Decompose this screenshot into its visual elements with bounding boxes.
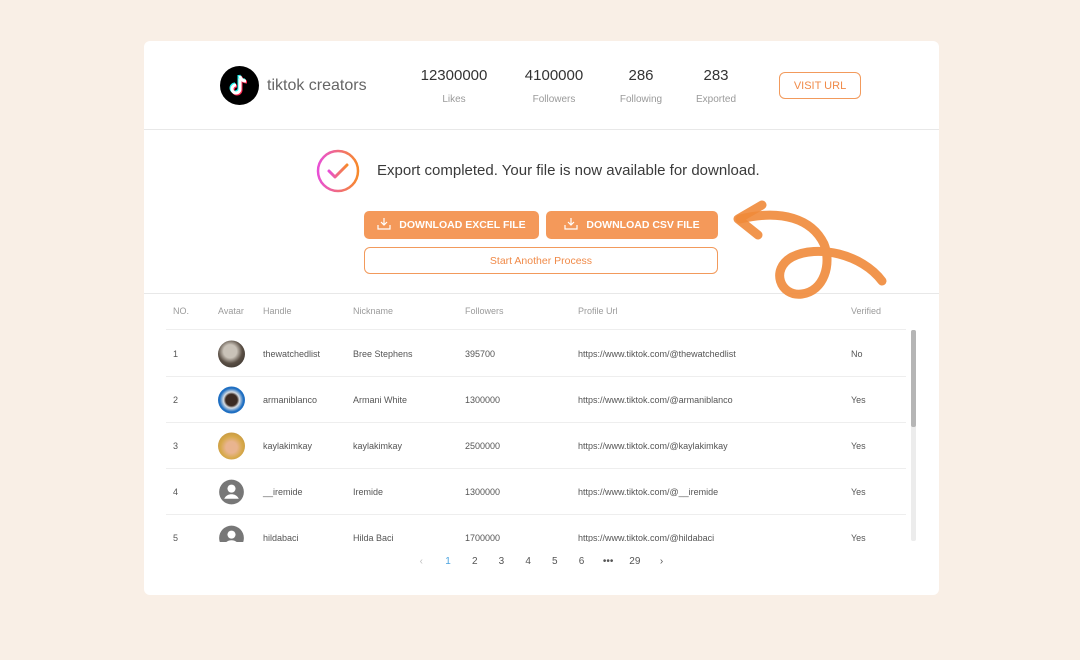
cell-nickname: Hilda Baci (353, 532, 394, 543)
page-4[interactable]: 4 (515, 556, 542, 567)
table-row[interactable]: 4 __iremide Iremide 1300000 https://www.… (166, 469, 906, 515)
table-row[interactable]: 2 armaniblanco Armani White 1300000 http… (166, 377, 906, 423)
cell-handle: hildabaci (263, 532, 299, 543)
avatar (218, 386, 245, 413)
table-row[interactable]: 5 hildabaci Hilda Baci 1700000 https://w… (166, 515, 906, 542)
column-header-nickname: Nickname (353, 306, 394, 316)
cell-profile-url[interactable]: https://www.tiktok.com/@hildabaci (578, 533, 714, 543)
cell-profile-url[interactable]: https://www.tiktok.com/@thewatchedlist (578, 349, 736, 359)
cell-handle: kaylakimkay (263, 440, 313, 451)
cell-no: 1 (173, 348, 179, 359)
page-1[interactable]: 1 (435, 556, 462, 567)
stat-value: 12300000 (420, 67, 488, 84)
page-ellipsis[interactable]: ••• (595, 556, 622, 567)
stat-likes: 12300000 Likes (420, 67, 488, 105)
cell-nickname: Bree Stephens (353, 348, 413, 359)
check-circle-icon (316, 149, 360, 193)
table-row[interactable]: 3 kaylakimkay kaylakimkay 2500000 https:… (166, 423, 906, 469)
start-another-process-button[interactable]: Start Another Process (364, 247, 718, 274)
column-header-profile-url: Profile Url (578, 306, 618, 316)
visit-url-button[interactable]: VISIT URL (779, 72, 861, 99)
stat-value: 283 (703, 67, 729, 84)
profile-header: tiktok creators 12300000 Likes 4100000 F… (144, 41, 939, 130)
cell-verified: Yes (851, 394, 866, 405)
pagination: ‹ 1 2 3 4 5 6 ••• 29 › (408, 553, 675, 569)
export-status-section: Export completed. Your file is now avail… (144, 131, 939, 299)
creators-table: NO. Avatar Handle Nickname Followers Pro… (166, 297, 918, 542)
download-icon (377, 217, 391, 233)
cell-profile-url[interactable]: https://www.tiktok.com/@kaylakimkay (578, 441, 728, 451)
column-header-verified: Verified (851, 306, 882, 316)
column-header-no: NO. (173, 306, 190, 316)
next-page-button[interactable]: › (648, 556, 675, 567)
cell-handle: armaniblanco (263, 394, 318, 405)
cell-verified: No (851, 348, 863, 359)
export-message: Export completed. Your file is now avail… (377, 162, 760, 179)
cell-profile-url[interactable]: https://www.tiktok.com/@__iremide (578, 487, 718, 497)
brand-name: tiktok creators (267, 76, 367, 94)
tiktok-logo-icon (220, 66, 259, 105)
download-csv-button[interactable]: DOWNLOAD CSV FILE (546, 211, 718, 239)
curly-arrow-icon (732, 199, 892, 309)
stat-value: 4100000 (524, 67, 584, 84)
download-excel-label: DOWNLOAD EXCEL FILE (399, 219, 526, 231)
stat-label: Following (619, 94, 663, 105)
table-scrollbar[interactable] (911, 330, 916, 541)
cell-profile-url[interactable]: https://www.tiktok.com/@armaniblanco (578, 395, 733, 405)
page-3[interactable]: 3 (488, 556, 515, 567)
cell-no: 5 (173, 532, 179, 543)
cell-followers: 1300000 (465, 394, 501, 405)
cell-followers: 1700000 (465, 532, 501, 543)
avatar (218, 340, 245, 367)
download-icon (564, 217, 579, 233)
stat-label: Exported (695, 94, 737, 105)
stat-label: Likes (442, 94, 466, 105)
page-2[interactable]: 2 (461, 556, 488, 567)
table-header: NO. Avatar Handle Nickname Followers Pro… (166, 297, 906, 330)
column-header-followers: Followers (465, 306, 504, 316)
cell-verified: Yes (851, 486, 866, 497)
cell-followers: 2500000 (465, 440, 501, 451)
cell-nickname: Armani White (353, 394, 408, 405)
stat-exported: 283 Exported (692, 67, 740, 105)
brand: tiktok creators (220, 66, 367, 105)
cell-nickname: kaylakimkay (353, 440, 403, 451)
cell-no: 4 (173, 486, 179, 497)
page-6[interactable]: 6 (568, 556, 595, 567)
column-header-avatar: Avatar (218, 306, 244, 316)
cell-followers: 395700 (465, 348, 496, 359)
default-user-icon (218, 478, 245, 505)
cell-verified: Yes (851, 532, 866, 543)
cell-verified: Yes (851, 440, 866, 451)
prev-page-button[interactable]: ‹ (408, 556, 435, 567)
stat-followers: 4100000 Followers (522, 67, 586, 105)
export-result-card: tiktok creators 12300000 Likes 4100000 F… (144, 41, 939, 595)
page-29[interactable]: 29 (622, 556, 649, 567)
stat-label: Followers (532, 94, 576, 105)
cell-nickname: Iremide (353, 486, 384, 497)
default-user-icon (218, 524, 245, 542)
cell-no: 3 (173, 440, 179, 451)
cell-no: 2 (173, 394, 179, 405)
stat-value: 286 (628, 67, 654, 84)
download-excel-button[interactable]: DOWNLOAD EXCEL FILE (364, 211, 539, 239)
avatar (218, 432, 245, 459)
page-5[interactable]: 5 (541, 556, 568, 567)
table-row[interactable]: 1 thewatchedlist Bree Stephens 395700 ht… (166, 331, 906, 377)
cell-handle: thewatchedlist (263, 348, 321, 359)
column-header-handle: Handle (263, 306, 292, 316)
stat-following: 286 Following (616, 67, 666, 105)
download-csv-label: DOWNLOAD CSV FILE (586, 219, 700, 231)
scrollbar-thumb[interactable] (911, 330, 916, 427)
cell-handle: __iremide (263, 486, 303, 497)
cell-followers: 1300000 (465, 486, 501, 497)
